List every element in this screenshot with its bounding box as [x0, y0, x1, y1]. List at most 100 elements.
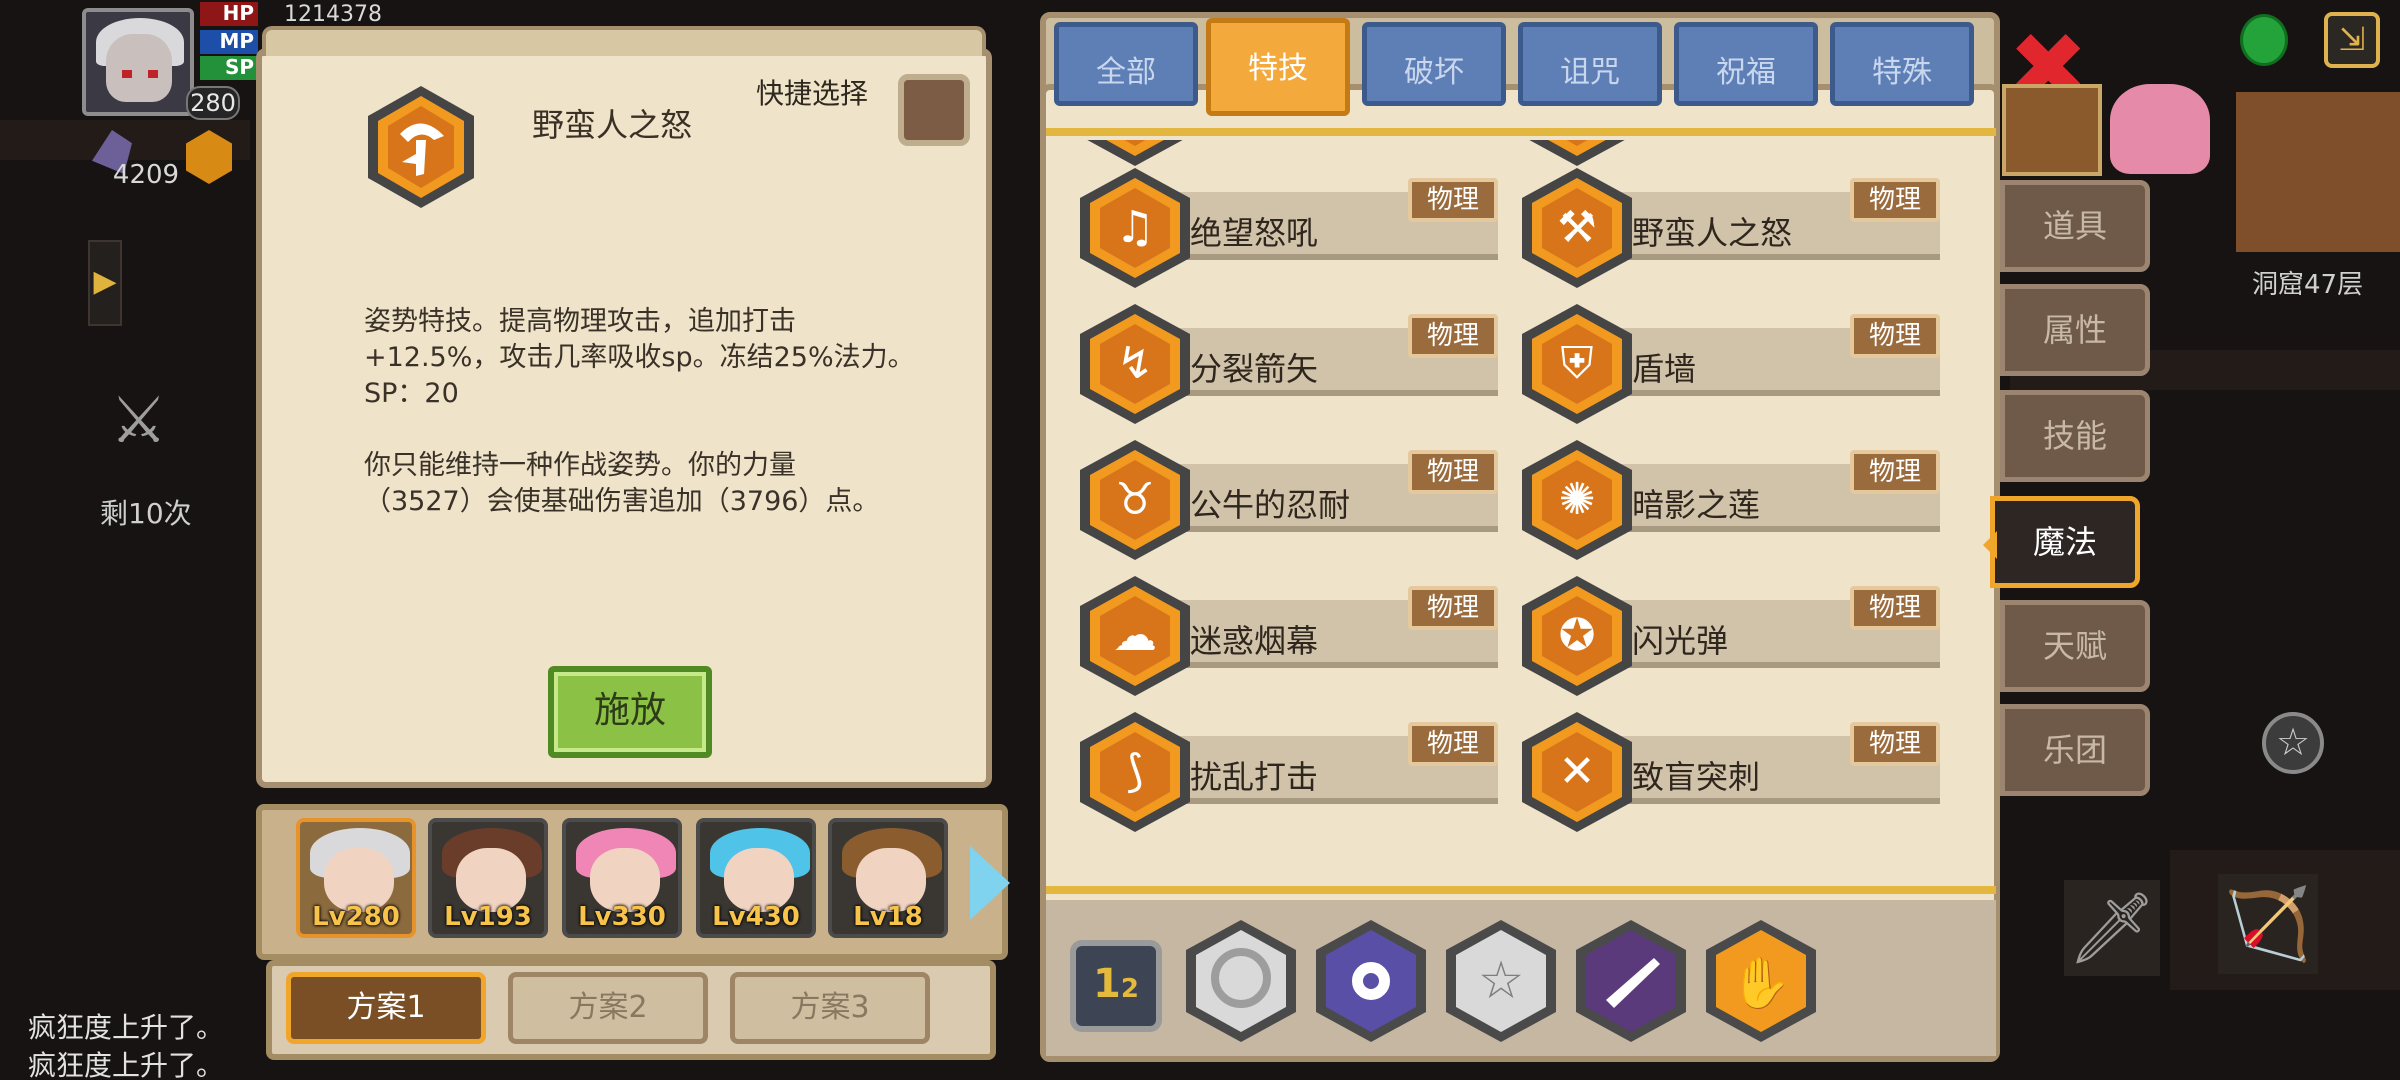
party-member-slot[interactable]: Lv330	[562, 818, 682, 938]
skill-card[interactable]: ✺ 暗影之莲 物理	[1520, 438, 1940, 560]
star-filter-icon[interactable]: ☆	[1444, 918, 1558, 1044]
side-tab[interactable]: 道具	[2000, 180, 2150, 272]
skill-card[interactable]: ⊕预备射击物理	[1078, 140, 1498, 166]
tab-curse[interactable]: 诅咒	[1518, 22, 1662, 106]
party-member-slot[interactable]: Lv280	[296, 818, 416, 938]
skill-icon: ☁	[1078, 574, 1192, 698]
skill-icon: ✕	[1520, 710, 1634, 834]
skill-card[interactable]: ↯ 分裂箭矢 物理	[1078, 302, 1498, 424]
plan-2-button[interactable]: 方案2	[508, 972, 708, 1044]
skill-name: 迷惑烟幕	[1190, 622, 1319, 660]
bow-weapon-icon[interactable]: 🏹	[2218, 874, 2318, 974]
favorite-star-icon[interactable]: ☆	[2262, 712, 2324, 774]
skill-name: 致盲突刺	[1632, 758, 1761, 796]
skill-name: 公牛的忍耐	[1190, 486, 1351, 524]
party-member-level: Lv330	[578, 902, 666, 932]
svg-text:☆: ☆	[1478, 951, 1525, 1011]
svg-text:✪: ✪	[1559, 610, 1596, 661]
sword-weapon-icon[interactable]: 🗡	[2064, 880, 2160, 976]
skill-type-tag: 物理	[1850, 314, 1940, 358]
skill-type-tag: 物理	[1850, 178, 1940, 222]
skill-icon: ▮	[1520, 140, 1634, 168]
skill-list[interactable]: ⊕预备射击物理▮勇士图腾物理♫绝望怒吼物理⚒野蛮人之怒物理↯分裂箭矢物理⛨盾墙物…	[1048, 140, 1994, 884]
party-member-slot[interactable]: Lv430	[696, 818, 816, 938]
hand-filter-icon[interactable]: ✋	[1704, 918, 1818, 1044]
player-level: 280	[186, 86, 240, 120]
quick-select-slot[interactable]	[898, 74, 970, 146]
skill-icon: ♫	[1078, 166, 1192, 290]
tab-special[interactable]: 特殊	[1830, 22, 1974, 106]
mp-bar: MP	[200, 30, 258, 54]
network-globe-icon[interactable]	[2240, 14, 2288, 66]
tab-blessing[interactable]: 祝福	[1674, 22, 1818, 106]
side-tab[interactable]: 魔法	[1983, 496, 2140, 588]
side-tab[interactable]: 技能	[2000, 390, 2150, 482]
skill-name: 扰乱打击	[1190, 758, 1319, 796]
skill-icon: ⟆	[1078, 710, 1192, 834]
skill-icon: ⛨	[1520, 302, 1634, 426]
party-member-level: Lv280	[312, 902, 400, 932]
skill-description: 姿势特技。提高物理攻击，追加打击 +12.5%，攻击几率吸收sp。冻结25%法力…	[364, 306, 915, 517]
svg-text:⚒: ⚒	[1557, 202, 1596, 253]
exit-icon[interactable]: ⇲	[2324, 12, 2380, 68]
quick-select-label: 快捷选择	[756, 77, 869, 110]
player-avatar[interactable]	[82, 8, 194, 116]
sort-order-icon[interactable]: 12	[1070, 940, 1162, 1032]
skill-card[interactable]: ⟆ 扰乱打击 物理	[1078, 710, 1498, 832]
skill-card[interactable]: ▮勇士图腾物理	[1520, 140, 1940, 166]
party-member-level: Lv430	[712, 902, 800, 932]
skill-type-tag: 物理	[1850, 586, 1940, 630]
skill-card[interactable]: ♉ 公牛的忍耐 物理	[1078, 438, 1498, 560]
orb-filter-icon[interactable]	[1314, 918, 1428, 1044]
sp-bar: SP	[200, 56, 258, 80]
svg-text:✺: ✺	[1559, 474, 1596, 525]
party-member-level: Lv18	[853, 902, 923, 932]
skill-icon: ✺	[1520, 438, 1634, 562]
party-member-slot[interactable]: Lv193	[428, 818, 548, 938]
minimap[interactable]	[2236, 92, 2400, 252]
side-tab[interactable]: 天赋	[2000, 600, 2150, 692]
skill-card[interactable]: ☁ 迷惑烟幕 物理	[1078, 574, 1498, 696]
side-tab[interactable]: 属性	[2000, 284, 2150, 376]
skill-card[interactable]: ⚒ 野蛮人之怒 物理	[1520, 166, 1940, 288]
floor-label: 洞窟47层	[2252, 270, 2364, 300]
skill-icon: ⊕	[1078, 140, 1192, 168]
blade-filter-icon[interactable]	[1574, 918, 1688, 1044]
tab-all[interactable]: 全部	[1054, 22, 1198, 106]
side-tab[interactable]: 乐团	[2000, 704, 2150, 796]
remaining-count: 剩10次	[100, 497, 192, 530]
ring-filter-icon[interactable]	[1184, 918, 1298, 1044]
skill-icon: ↯	[1078, 302, 1192, 426]
skill-card[interactable]: ✕ 致盲突刺 物理	[1520, 710, 1940, 832]
expand-arrow-icon[interactable]: ▶	[88, 240, 122, 326]
skill-type-tag: 物理	[1850, 722, 1940, 766]
skill-card[interactable]: ♫ 绝望怒吼 物理	[1078, 166, 1498, 288]
skill-type-tag: 物理	[1408, 450, 1498, 494]
svg-text:⛨: ⛨	[1561, 338, 1594, 389]
skill-card[interactable]: ✪ 闪光弹 物理	[1520, 574, 1940, 696]
skill-type-tag: 物理	[1408, 314, 1498, 358]
skill-name: 盾墙	[1632, 350, 1697, 388]
crystal-count: 4209	[112, 160, 180, 190]
npc-character	[2110, 84, 2210, 174]
skill-icon: ✪	[1520, 574, 1634, 698]
skill-name: 绝望怒吼	[1190, 214, 1319, 252]
plan-1-button[interactable]: 方案1	[286, 972, 486, 1044]
divider	[1046, 886, 1996, 894]
svg-text:↯: ↯	[1117, 338, 1154, 389]
party-member-level: Lv193	[444, 902, 532, 932]
cast-button[interactable]: 施放	[548, 666, 712, 758]
skill-name: 野蛮人之怒	[1632, 214, 1793, 252]
plan-3-button[interactable]: 方案3	[730, 972, 930, 1044]
skill-card[interactable]: ⛨ 盾墙 物理	[1520, 302, 1940, 424]
skill-type-tag: 物理	[1408, 586, 1498, 630]
barbarian-rage-icon	[366, 84, 476, 210]
skill-type-tag: 物理	[1408, 722, 1498, 766]
hp-value: 1214378	[284, 2, 382, 27]
skill-type-tag: 物理	[1850, 450, 1940, 494]
party-member-slot[interactable]: Lv18	[828, 818, 948, 938]
tab-feat[interactable]: 特技	[1206, 18, 1350, 116]
tab-destruction[interactable]: 破坏	[1362, 22, 1506, 106]
skill-type-tag: 物理	[1408, 178, 1498, 222]
divider	[1046, 128, 1996, 136]
